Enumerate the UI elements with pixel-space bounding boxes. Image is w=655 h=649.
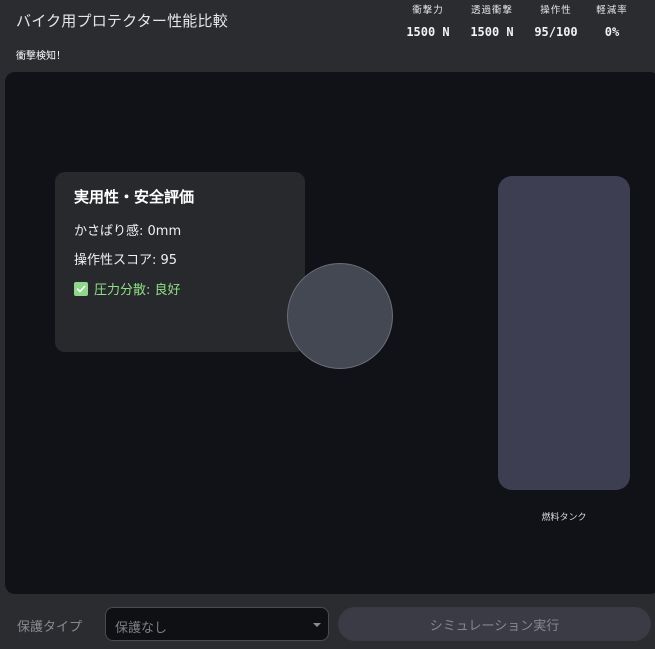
protection-type-value: 保護なし (115, 621, 168, 636)
impact-alert: 衝撃検知！ (16, 51, 66, 62)
operability-score-readout: 操作性スコア: 95 (74, 253, 178, 268)
metric-reduction-rate: 軽減率 0% (592, 2, 632, 39)
metric-value: 95/100 (534, 25, 578, 39)
card-title: 実用性・安全評価 (74, 188, 195, 206)
check-icon (74, 281, 88, 296)
protection-type-select[interactable]: 保護なし (105, 607, 329, 641)
run-simulation-button[interactable]: シミュレーション実行 (338, 607, 651, 641)
metric-value: 0% (604, 25, 620, 39)
pressure-status: 圧力分散: 良好 (74, 279, 286, 298)
impactor-ball (287, 263, 393, 369)
metric-value: 1500 N (406, 25, 450, 39)
simulation-canvas: 実用性・安全評価 かさばり感: 0mm 操作性スコア: 95 圧力分散: 良好 … (5, 72, 655, 594)
metric-transmitted-impact: 透過衝撃 1500 N (464, 2, 520, 39)
page-title: バイク用プロテクター性能比較 (16, 12, 228, 30)
metric-label: 軽減率 (596, 5, 628, 16)
safety-evaluation-card: 実用性・安全評価 かさばり感: 0mm 操作性スコア: 95 圧力分散: 良好 (55, 172, 305, 352)
metric-impact-force: 衝撃力 1500 N (400, 2, 456, 39)
metric-value: 1500 N (470, 25, 514, 39)
fuel-tank (498, 176, 630, 490)
metric-label: 操作性 (540, 5, 572, 16)
app-window: バイク用プロテクター性能比較 衝撃検知！ 衝撃力 1500 N 透過衝撃 150… (0, 0, 655, 649)
metric-operability: 操作性 95/100 (528, 2, 584, 39)
bulk-readout: かさばり感: 0mm (74, 224, 182, 239)
metric-label: 衝撃力 (412, 5, 444, 16)
pressure-status-label: 圧力分散: 良好 (94, 283, 181, 298)
metric-label: 透過衝撃 (470, 5, 513, 16)
metrics-panel: 衝撃力 1500 N 透過衝撃 1500 N 操作性 95/100 軽減率 0% (400, 2, 632, 39)
control-bar: 保護タイプ 保護なし シミュレーション実行 (0, 604, 655, 644)
chevron-down-icon (313, 623, 321, 627)
protection-type-label: 保護タイプ (17, 620, 83, 635)
fuel-tank-label: 燃料タンク (541, 513, 587, 523)
